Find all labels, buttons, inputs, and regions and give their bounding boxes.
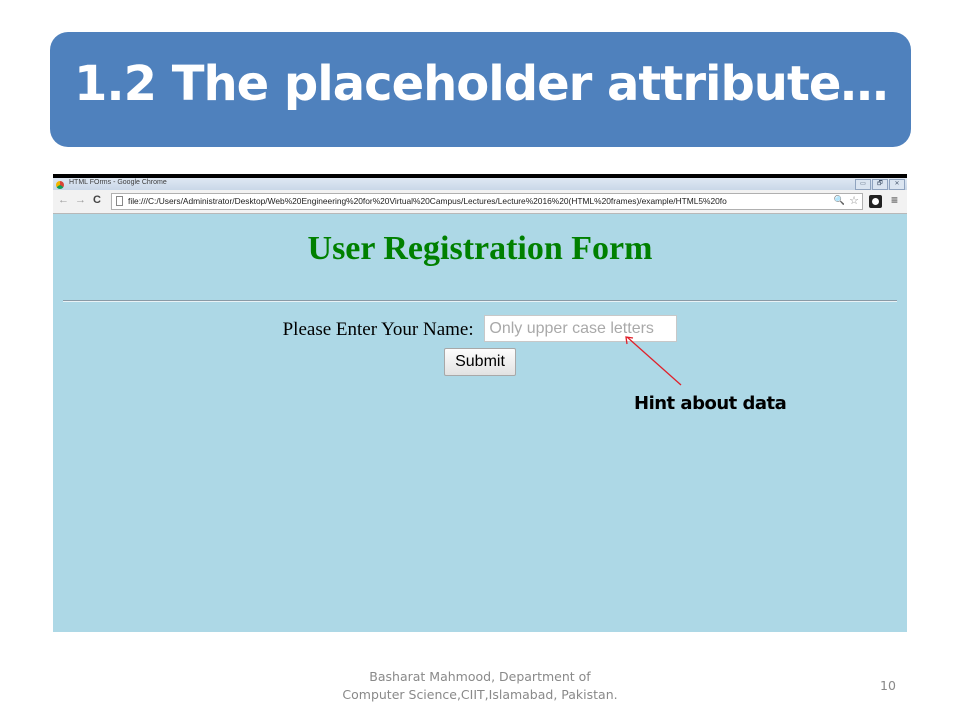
menu-hamburger-icon[interactable]: ≡ — [891, 193, 898, 207]
slide-footer: Basharat Mahmood, Department of Computer… — [330, 668, 630, 704]
submit-button[interactable]: Submit — [444, 348, 516, 376]
window-title: HTML FOrms - Google Chrome — [69, 179, 167, 186]
footer-line-1: Basharat Mahmood, Department of — [369, 669, 591, 684]
slide-title-box: 1.2 The placeholder attribute… — [50, 32, 911, 147]
hint-annotation: Hint about data — [634, 393, 787, 414]
minimize-button[interactable]: ▭ — [855, 179, 871, 190]
window-titlebar: HTML FOrms - Google Chrome ▭ 🗗 ✕ — [53, 174, 907, 194]
forward-arrow-icon[interactable]: → — [75, 194, 86, 206]
footer-line-2: Computer Science,CIIT,Islamabad, Pakista… — [342, 687, 618, 702]
chrome-logo-icon — [56, 181, 64, 189]
page-content: User Registration Form Please Enter Your… — [53, 214, 907, 632]
zoom-magnifier-icon[interactable]: 🔍 — [834, 195, 845, 206]
window-controls: ▭ 🗗 ✕ — [855, 179, 905, 190]
name-label: Please Enter Your Name: — [282, 318, 474, 340]
extension-icon[interactable] — [869, 195, 882, 208]
horizontal-rule — [63, 300, 897, 302]
back-arrow-icon[interactable]: ← — [58, 194, 69, 206]
slide-number: 10 — [880, 678, 896, 693]
bookmark-star-icon[interactable]: ☆ — [849, 194, 859, 207]
close-button[interactable]: ✕ — [889, 179, 905, 190]
address-bar[interactable]: file:///C:/Users/Administrator/Desktop/W… — [111, 193, 863, 210]
page-document-icon — [116, 196, 123, 206]
slide-title: 1.2 The placeholder attribute… — [74, 56, 888, 112]
restore-button[interactable]: 🗗 — [872, 179, 888, 190]
name-input[interactable]: Only upper case letters — [484, 315, 678, 342]
reload-icon[interactable]: C — [93, 194, 101, 206]
name-row: Please Enter Your Name: Only upper case … — [53, 315, 907, 342]
browser-toolbar: ← → C file:///C:/Users/Administrator/Des… — [53, 190, 907, 214]
form-heading: User Registration Form — [307, 230, 653, 267]
url-text[interactable]: file:///C:/Users/Administrator/Desktop/W… — [128, 196, 833, 206]
